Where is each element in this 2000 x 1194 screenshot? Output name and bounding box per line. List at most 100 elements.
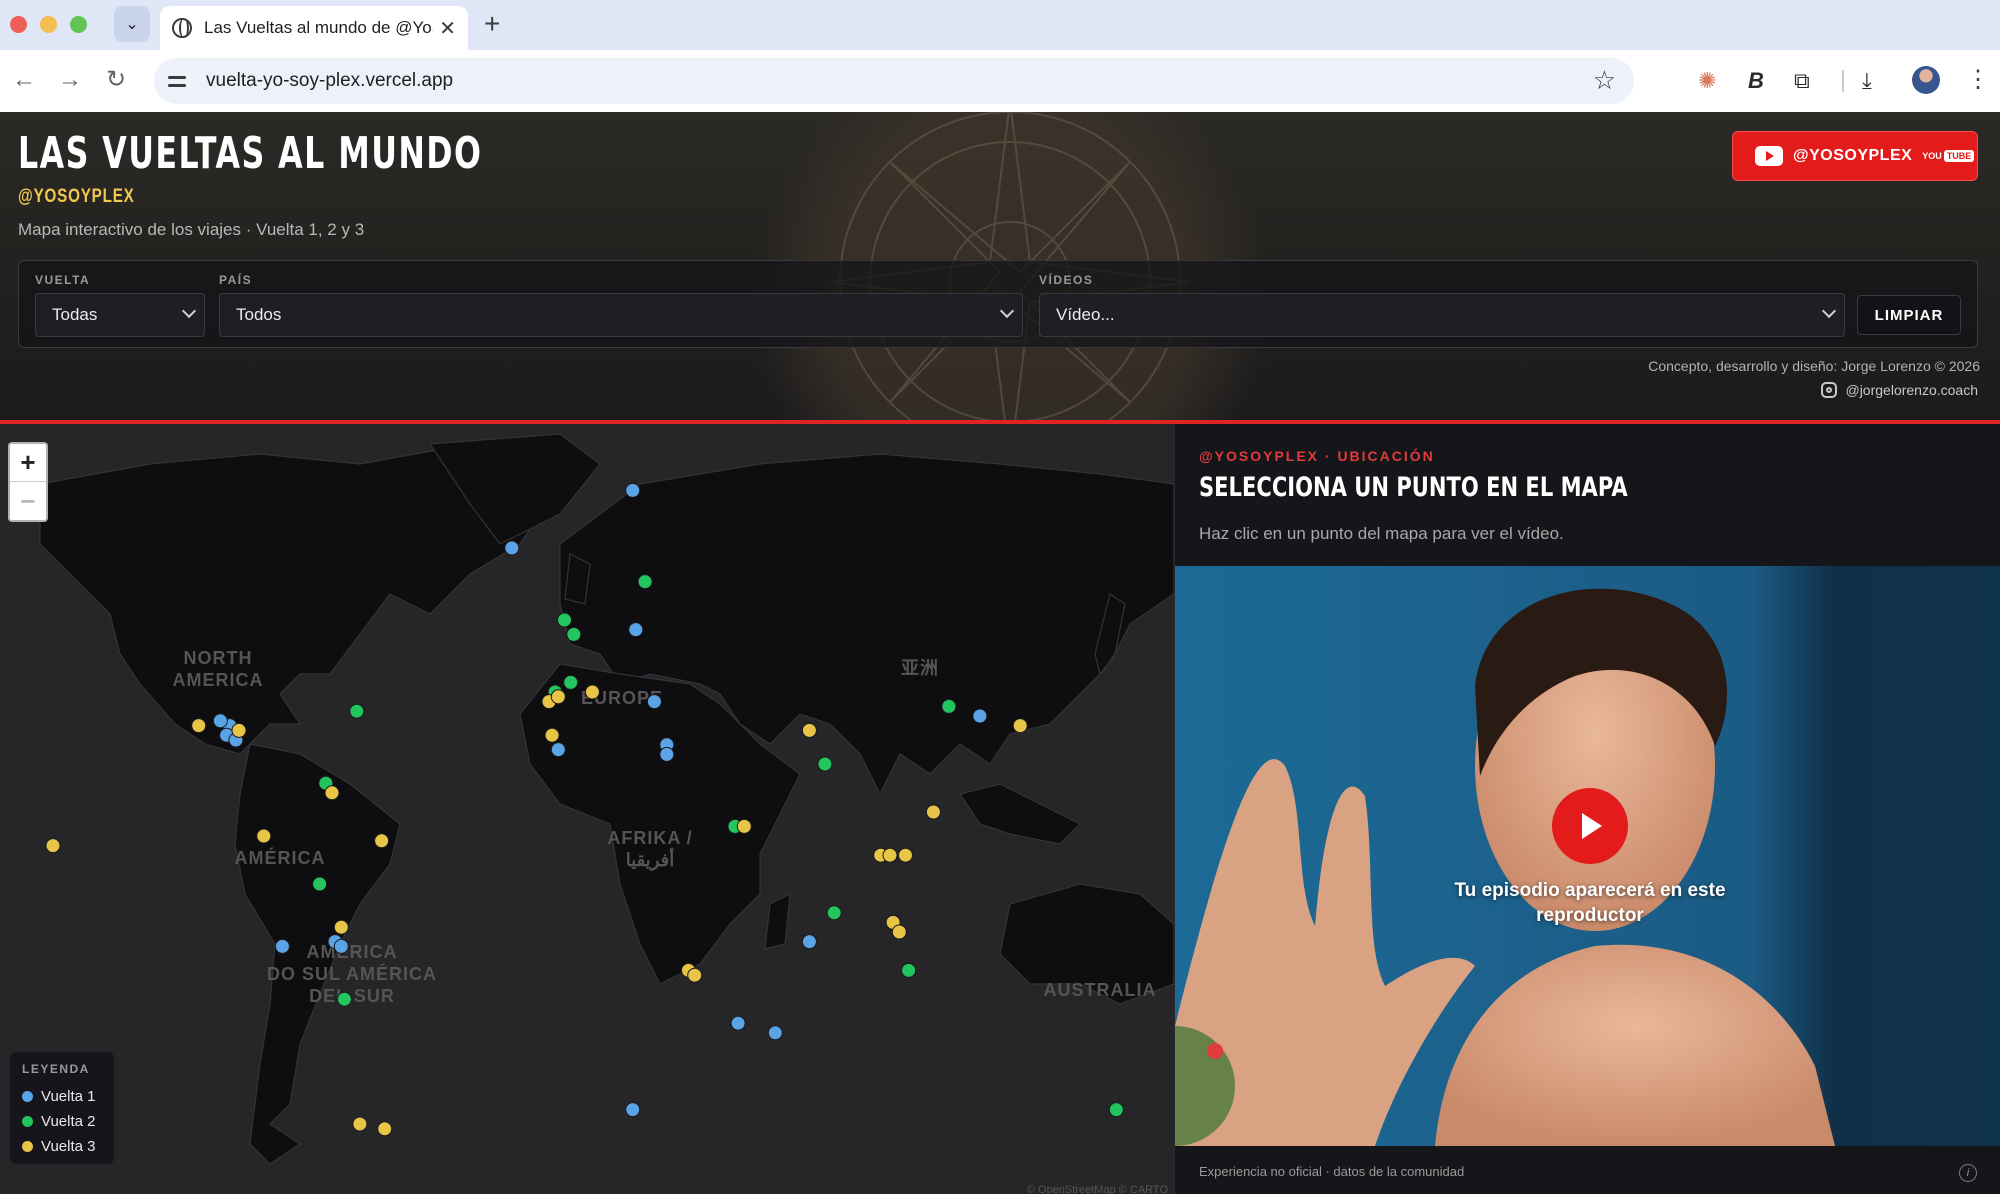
map-point-vuelta-2[interactable] xyxy=(557,612,572,628)
browser-tab-bar: ⌄ Las Vueltas al mundo de @YoSoyPlex ✕ + xyxy=(0,0,2000,50)
bold-extension-icon[interactable]: B xyxy=(1748,68,1764,94)
map-point-vuelta-3[interactable] xyxy=(544,727,560,743)
map-point-vuelta-1[interactable] xyxy=(767,1025,783,1041)
map-point-vuelta-3[interactable] xyxy=(333,919,349,935)
panel-description: Haz clic en un punto del mapa para ver e… xyxy=(1199,524,1564,543)
map-point-vuelta-3[interactable] xyxy=(324,785,340,801)
map-point-vuelta-1[interactable] xyxy=(659,746,675,762)
clear-filters-button[interactable]: LIMPIAR xyxy=(1857,295,1961,335)
map-legend: LEYENDA Vuelta 1 Vuelta 2 Vuelta 3 xyxy=(10,1052,114,1164)
map-point-vuelta-1[interactable] xyxy=(504,540,520,556)
back-icon[interactable]: ← xyxy=(12,66,36,94)
window-maximize-button[interactable] xyxy=(70,16,87,33)
toolbar-separator xyxy=(1842,70,1844,92)
pais-select[interactable]: Todos xyxy=(219,293,1023,337)
map-point-vuelta-3[interactable] xyxy=(45,838,61,854)
map-point-vuelta-2[interactable] xyxy=(1108,1102,1124,1118)
browser-toolbar: ← → ↻ vuelta-yo-soy-plex.vercel.app ☆ ✺ … xyxy=(0,50,2000,112)
zoom-out-button[interactable]: − xyxy=(10,482,46,520)
site-info-icon[interactable] xyxy=(166,70,188,92)
chevron-down-icon xyxy=(181,303,197,319)
map-point-vuelta-2[interactable] xyxy=(941,698,957,714)
kebab-menu-icon[interactable]: ⋮ xyxy=(1966,66,1990,94)
videos-label: VÍDEOS xyxy=(1039,273,1094,287)
map-point-vuelta-3[interactable] xyxy=(352,1116,368,1132)
url-text[interactable]: vuelta-yo-soy-plex.vercel.app xyxy=(206,70,453,92)
map-point-vuelta-1[interactable] xyxy=(646,694,662,710)
claude-extension-icon[interactable]: ✺ xyxy=(1698,68,1716,94)
vuelta-select[interactable]: Todas xyxy=(35,293,205,337)
map-point-vuelta-3[interactable] xyxy=(374,833,390,849)
map-point-vuelta-3[interactable] xyxy=(256,828,272,844)
map-point-vuelta-1[interactable] xyxy=(972,708,988,724)
map-label-australia: AUSTRALIA xyxy=(1044,980,1157,1000)
map-point-vuelta-1[interactable] xyxy=(628,622,644,638)
map-point-vuelta-3[interactable] xyxy=(584,684,600,700)
zoom-in-button[interactable]: + xyxy=(10,444,46,482)
window-minimize-button[interactable] xyxy=(40,16,57,33)
legend-item-vuelta-2: Vuelta 2 xyxy=(22,1109,102,1134)
map-point-vuelta-1[interactable] xyxy=(550,742,566,758)
map-point-vuelta-3[interactable] xyxy=(550,689,566,705)
map-point-vuelta-3[interactable] xyxy=(377,1121,393,1137)
site-handle: @YOSOYPLEX xyxy=(18,186,135,207)
puzzle-icon[interactable]: ⧉ xyxy=(1794,68,1810,94)
map-point-vuelta-1[interactable] xyxy=(801,934,817,950)
map-point-vuelta-1[interactable] xyxy=(333,938,349,954)
reload-icon[interactable]: ↻ xyxy=(106,66,126,94)
forward-icon[interactable]: → xyxy=(58,66,82,94)
map-point-vuelta-3[interactable] xyxy=(231,722,247,738)
map-point-vuelta-1[interactable] xyxy=(625,1102,641,1118)
land-uk xyxy=(564,553,591,605)
filter-bar: VUELTA Todas PAÍS Todos VÍDEOS Vídeo... … xyxy=(18,260,1978,348)
youtube-channel-button[interactable]: @YOSOYPLEX YOU TUBE xyxy=(1732,131,1978,181)
map-point-vuelta-3[interactable] xyxy=(891,924,907,940)
close-tab-icon[interactable]: ✕ xyxy=(439,16,456,41)
map-point-vuelta-3[interactable] xyxy=(736,818,752,834)
map-canvas[interactable]: NORTHAMERICAEUROPE亚洲AFRIKA /أفريقياAMÉRI… xyxy=(0,424,1174,1194)
map-point-vuelta-1[interactable] xyxy=(274,938,290,954)
map-label-africa-ar: أفريقيا xyxy=(626,848,675,871)
map-point-vuelta-3[interactable] xyxy=(801,722,817,738)
panel-title: SELECCIONA UN PUNTO EN EL MAPA xyxy=(1199,472,1628,503)
youtube-handle: @YOSOYPLEX xyxy=(1793,147,1913,164)
tab-list-button[interactable]: ⌄ xyxy=(114,6,150,42)
world-map[interactable]: NORTH AMERICA EUROPE 亚洲 AFRIKA / أفريقيا AMÉRI… xyxy=(0,424,1174,1194)
info-icon[interactable]: i xyxy=(1959,1164,1977,1182)
new-tab-icon[interactable]: + xyxy=(484,10,500,38)
map-point-vuelta-2[interactable] xyxy=(817,756,833,772)
map-attribution[interactable]: © OpenStreetMap © CARTO xyxy=(1027,1184,1168,1194)
profile-avatar[interactable] xyxy=(1912,66,1940,94)
legend-item-vuelta-1: Vuelta 1 xyxy=(22,1084,102,1109)
instagram-link[interactable]: @jorgelorenzo.coach xyxy=(1821,382,1978,398)
map-point-vuelta-1[interactable] xyxy=(730,1015,746,1031)
map-point-vuelta-2[interactable] xyxy=(349,703,365,719)
address-bar[interactable]: vuelta-yo-soy-plex.vercel.app ☆ xyxy=(154,58,1634,104)
videos-select[interactable]: Vídeo... xyxy=(1039,293,1845,337)
play-button[interactable] xyxy=(1552,788,1628,864)
map-point-vuelta-2[interactable] xyxy=(826,905,842,921)
map-point-vuelta-3[interactable] xyxy=(925,804,941,820)
map-point-vuelta-2[interactable] xyxy=(566,626,582,642)
download-icon[interactable]: ⤓ xyxy=(1862,68,1872,94)
tab-title: Las Vueltas al mundo de @YoSoyPlex xyxy=(204,18,433,37)
map-point-vuelta-2[interactable] xyxy=(563,674,579,690)
browser-tab[interactable]: Las Vueltas al mundo de @YoSoyPlex ✕ xyxy=(160,6,468,50)
map-point-vuelta-2[interactable] xyxy=(901,962,917,978)
map-point-vuelta-2[interactable] xyxy=(637,574,653,590)
vuelta-label: VUELTA xyxy=(35,273,91,287)
map-point-vuelta-1[interactable] xyxy=(625,482,641,498)
map-point-vuelta-3[interactable] xyxy=(882,847,898,863)
land-se-asia-islands xyxy=(959,783,1082,845)
map-point-vuelta-1[interactable] xyxy=(212,713,228,729)
video-caption: Tu episodio aparecerá en este reproducto… xyxy=(1454,880,1726,926)
map-point-vuelta-2[interactable] xyxy=(312,876,328,892)
map-point-vuelta-3[interactable] xyxy=(898,847,913,863)
window-close-button[interactable] xyxy=(10,16,27,33)
map-point-vuelta-3[interactable] xyxy=(191,718,207,734)
map-point-vuelta-2[interactable] xyxy=(336,991,352,1007)
map-point-vuelta-3[interactable] xyxy=(687,967,703,983)
video-player[interactable]: Tu episodio aparecerá en este reproducto… xyxy=(1175,566,2000,1146)
star-icon[interactable]: ☆ xyxy=(1593,65,1616,96)
map-point-vuelta-3[interactable] xyxy=(1012,718,1028,734)
